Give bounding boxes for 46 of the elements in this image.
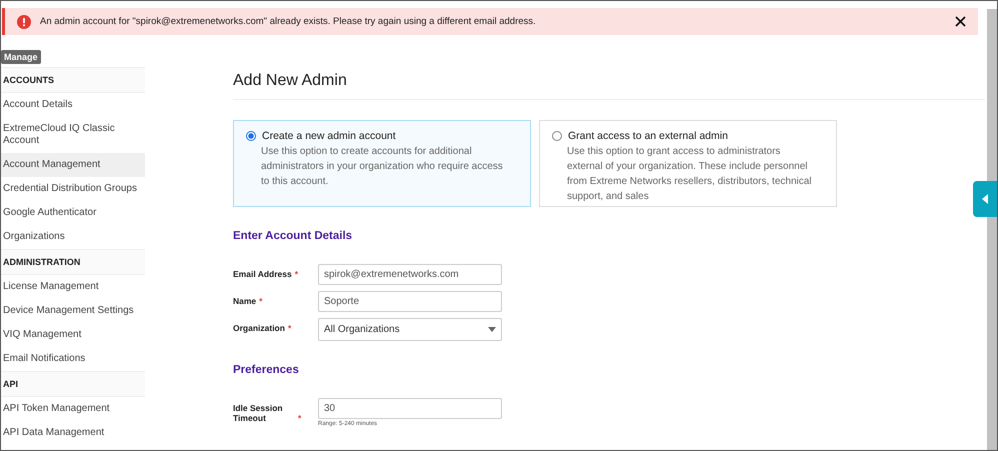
section-title: ADMINISTRATION	[3, 257, 80, 267]
radio-button[interactable]	[552, 131, 562, 141]
tooltip: Manage	[1, 50, 41, 64]
field-label: Organization	[233, 323, 285, 333]
sidebar-item[interactable]: Credential Distribution Groups	[1, 177, 145, 201]
option-description: Use this option to create accounts for additional administrators in your organization who require access to this account.	[261, 145, 504, 189]
caret-icon	[488, 327, 496, 332]
close-icon[interactable]	[955, 16, 966, 27]
error-icon	[17, 14, 31, 28]
option-title: Create a new admin account	[262, 130, 396, 142]
required-mark: *	[298, 413, 302, 423]
sidebar-item[interactable]: Email Notifications	[1, 347, 145, 371]
section-title: ACCOUNTS	[3, 75, 54, 85]
sidebar-item[interactable]: Google Authenticator	[1, 201, 145, 225]
required-mark: *	[294, 269, 298, 279]
sidebar-item[interactable]: ExtremeCloud IQ Classic Account	[1, 117, 145, 153]
sidebar-item[interactable]: Organizations	[1, 225, 145, 249]
required-mark: *	[259, 296, 262, 306]
option-card[interactable]: Create a new admin account Use this option to create accounts for additional administrators in your organization who require access to this account.	[233, 120, 531, 207]
field-label: Name	[233, 296, 256, 306]
alert-message: An admin account for "spirok@extremenetworks.com" already exists. Please try again using a different email address.	[40, 16, 537, 27]
option-card[interactable]	[539, 120, 837, 207]
scrollbar[interactable]	[987, 9, 997, 450]
option-description: Use this option to grant access to administrators external of your organization. These include personnel from Extreme Networks resellers, distributors, technical support, and sales	[567, 145, 812, 204]
section-title: API	[3, 379, 18, 389]
input-field[interactable]: spirok@extremenetworks.com	[318, 264, 502, 285]
page-title: Add New Admin	[233, 67, 985, 100]
sidebar-item[interactable]: Account Management	[1, 153, 145, 177]
sidebar-item[interactable]: VIQ Management	[1, 323, 145, 347]
radio-button[interactable]	[246, 131, 256, 141]
section-heading: Preferences	[233, 364, 300, 376]
sidebar-item[interactable]: API Token Management	[1, 397, 145, 421]
organization-dropdown[interactable]: All Organizations	[318, 318, 502, 341]
option-title: Grant access to an external admin	[568, 130, 728, 142]
left-arrow-icon	[982, 194, 988, 204]
section-heading: Enter Account Details	[233, 230, 354, 242]
sidebar-item[interactable]: API Data Management	[1, 421, 145, 445]
field-label: Email Address	[233, 269, 292, 279]
input-field[interactable]: 30	[318, 398, 502, 419]
sidebar-item[interactable]: Account Details	[1, 93, 145, 117]
field-label: Idle Session Timeout	[233, 403, 284, 423]
sidebar-item[interactable]: Device Management Settings	[1, 299, 145, 323]
required-mark: *	[288, 323, 292, 333]
sidebar-item[interactable]: License Management	[1, 275, 145, 299]
input-field[interactable]: Soporte	[318, 291, 502, 312]
collapse-tab[interactable]	[973, 181, 997, 217]
